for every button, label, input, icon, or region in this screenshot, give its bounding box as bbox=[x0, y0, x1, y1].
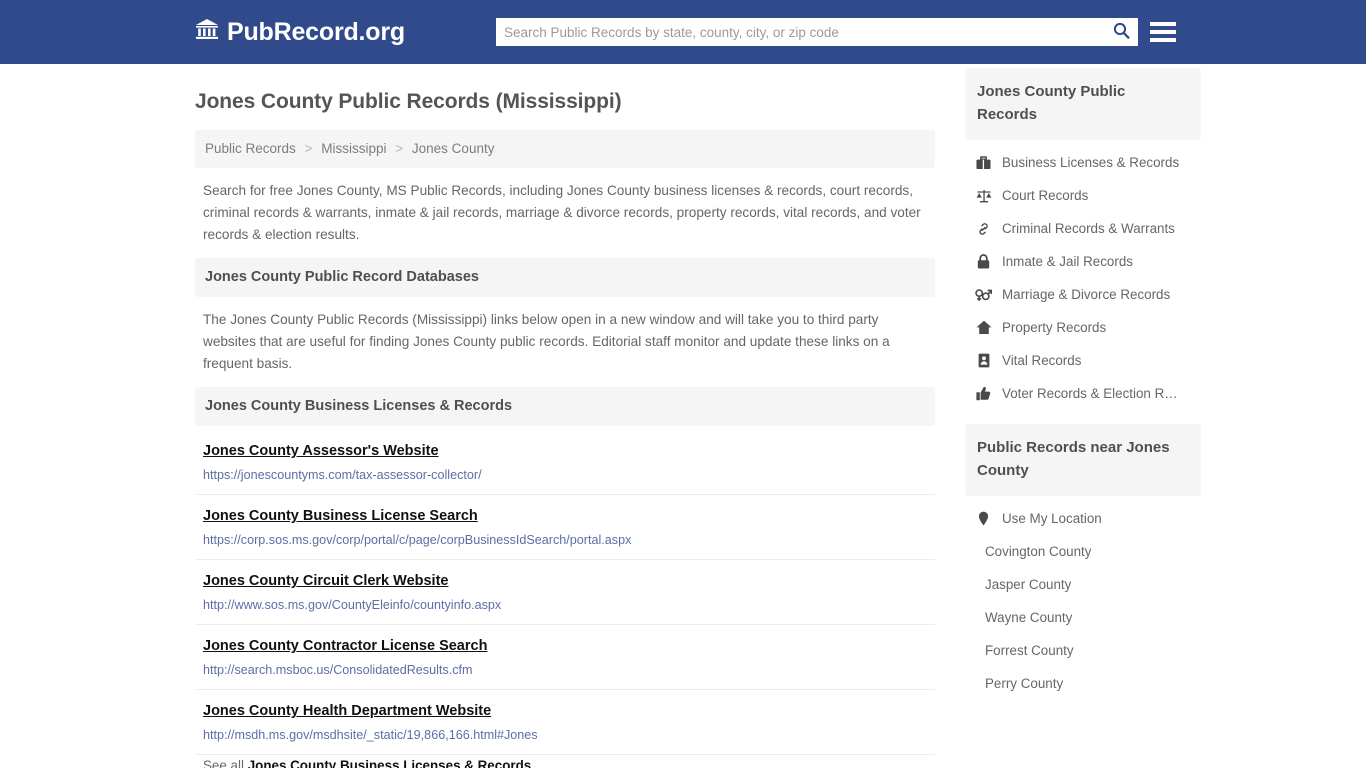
record-link-title[interactable]: Jones County Health Department Website bbox=[203, 703, 491, 719]
list-item: Jones County Assessor's Website https://… bbox=[195, 430, 935, 495]
record-link-url[interactable]: http://www.sos.ms.gov/CountyEleinfo/coun… bbox=[203, 598, 927, 612]
sidebar-item-forrest-county[interactable]: Forrest County bbox=[965, 634, 1201, 667]
search-button[interactable] bbox=[1104, 18, 1138, 46]
page-title: Jones County Public Records (Mississippi… bbox=[195, 90, 622, 113]
record-links-list: Jones County Assessor's Website https://… bbox=[195, 430, 935, 768]
list-item: Jones County Health Department Website h… bbox=[195, 690, 935, 755]
record-link-title[interactable]: Jones County Assessor's Website bbox=[203, 443, 439, 459]
see-all-row: See all Jones County Business Licenses &… bbox=[195, 755, 935, 768]
sidebar-item-inmate-jail-records[interactable]: Inmate & Jail Records bbox=[965, 245, 1201, 278]
thumbs-up-icon bbox=[975, 386, 992, 401]
hamburger-menu-icon-bar3 bbox=[1150, 38, 1176, 42]
sidebar-item-label: Property Records bbox=[1002, 320, 1107, 335]
sidebar-item-wayne-county[interactable]: Wayne County bbox=[965, 601, 1201, 634]
breadcrumb-item-jones-county[interactable]: Jones County bbox=[412, 141, 495, 156]
sidebar-panel-records: Jones County Public Records Business Lic… bbox=[965, 68, 1201, 410]
record-link-title[interactable]: Jones County Business License Search bbox=[203, 508, 478, 524]
chain-link-icon bbox=[975, 222, 992, 236]
sidebar: Jones County Public Records Business Lic… bbox=[965, 64, 1201, 714]
home-icon bbox=[975, 320, 992, 335]
record-link-title[interactable]: Jones County Contractor License Search bbox=[203, 638, 487, 654]
sidebar-item-marriage-divorce-records[interactable]: Marriage & Divorce Records bbox=[965, 278, 1201, 311]
record-link-title[interactable]: Jones County Circuit Clerk Website bbox=[203, 573, 448, 589]
sidebar-item-court-records[interactable]: Court Records bbox=[965, 179, 1201, 212]
sidebar-item-perry-county[interactable]: Perry County bbox=[965, 667, 1201, 700]
sidebar-item-voter-records[interactable]: Voter Records & Election R… bbox=[965, 377, 1201, 410]
databases-section-heading: Jones County Public Record Databases bbox=[195, 258, 935, 297]
sidebar-item-label: Criminal Records & Warrants bbox=[1002, 221, 1175, 236]
breadcrumb-separator-2: > bbox=[395, 141, 404, 156]
bank-icon bbox=[195, 18, 219, 47]
sidebar-item-label: Voter Records & Election R… bbox=[1002, 386, 1178, 401]
sidebar-item-label: Vital Records bbox=[1002, 353, 1082, 368]
sidebar-item-criminal-records[interactable]: Criminal Records & Warrants bbox=[965, 212, 1201, 245]
sidebar-item-label: Perry County bbox=[985, 676, 1064, 691]
record-link-url[interactable]: https://corp.sos.ms.gov/corp/portal/c/pa… bbox=[203, 533, 927, 547]
breadcrumb-item-public-records[interactable]: Public Records bbox=[205, 141, 296, 156]
record-link-url[interactable]: http://msdh.ms.gov/msdhsite/_static/19,8… bbox=[203, 728, 927, 742]
briefcase-icon bbox=[975, 155, 992, 170]
hamburger-menu-icon-bar2 bbox=[1150, 30, 1176, 34]
lock-icon bbox=[975, 254, 992, 269]
site-logo-link[interactable]: PubRecord.org bbox=[195, 18, 405, 47]
page-content: Jones County Public Records (Mississippi… bbox=[0, 64, 1366, 768]
sidebar-item-label: Business Licenses & Records bbox=[1002, 155, 1180, 170]
sidebar-item-label: Inmate & Jail Records bbox=[1002, 254, 1133, 269]
search-bar bbox=[496, 18, 1138, 46]
sidebar-item-label: Jasper County bbox=[985, 577, 1072, 592]
list-item: Jones County Circuit Clerk Website http:… bbox=[195, 560, 935, 625]
databases-paragraph: The Jones County Public Records (Mississ… bbox=[203, 312, 890, 371]
sidebar-item-label: Use My Location bbox=[1002, 511, 1102, 526]
sidebar-item-label: Covington County bbox=[985, 544, 1092, 559]
sidebar-item-jasper-county[interactable]: Jasper County bbox=[965, 568, 1201, 601]
search-input[interactable] bbox=[496, 19, 1104, 45]
sidebar-nearby-heading: Public Records near Jones County bbox=[965, 424, 1201, 496]
sidebar-item-label: Court Records bbox=[1002, 188, 1089, 203]
sidebar-records-heading: Jones County Public Records bbox=[965, 68, 1201, 140]
intro-paragraph: Search for free Jones County, MS Public … bbox=[203, 183, 921, 242]
main-column: Jones County Public Records (Mississippi… bbox=[195, 64, 935, 768]
breadcrumb: Public Records > Mississippi > Jones Cou… bbox=[195, 130, 935, 168]
hamburger-menu-icon bbox=[1150, 22, 1176, 26]
sidebar-item-covington-county[interactable]: Covington County bbox=[965, 535, 1201, 568]
record-link-url[interactable]: http://search.msboc.us/ConsolidatedResul… bbox=[203, 663, 927, 677]
sidebar-panel-nearby: Public Records near Jones County Use My … bbox=[965, 424, 1201, 700]
sidebar-records-items: Business Licenses & Records Court Record… bbox=[965, 140, 1201, 410]
sidebar-item-label: Marriage & Divorce Records bbox=[1002, 287, 1171, 302]
sidebar-item-business-licenses[interactable]: Business Licenses & Records bbox=[965, 146, 1201, 179]
sidebar-item-label: Wayne County bbox=[985, 610, 1073, 625]
id-badge-icon bbox=[975, 353, 992, 368]
record-link-url[interactable]: https://jonescountyms.com/tax-assessor-c… bbox=[203, 468, 927, 482]
list-item: Jones County Contractor License Search h… bbox=[195, 625, 935, 690]
site-header: PubRecord.org bbox=[0, 0, 1366, 64]
breadcrumb-separator: > bbox=[304, 141, 313, 156]
balance-scale-icon bbox=[975, 189, 992, 203]
list-item: Jones County Business License Search htt… bbox=[195, 495, 935, 560]
see-all-prefix: See all bbox=[203, 758, 244, 768]
hamburger-menu-button[interactable] bbox=[1150, 18, 1176, 46]
sidebar-item-use-my-location[interactable]: Use My Location bbox=[965, 502, 1201, 535]
map-pin-icon bbox=[975, 511, 992, 526]
business-licenses-section-heading: Jones County Business Licenses & Records bbox=[195, 387, 935, 426]
venus-mars-icon bbox=[975, 288, 992, 302]
brand-text: PubRecord.org bbox=[227, 17, 405, 46]
sidebar-item-vital-records[interactable]: Vital Records bbox=[965, 344, 1201, 377]
sidebar-item-label: Forrest County bbox=[985, 643, 1074, 658]
sidebar-nearby-items: Use My Location Covington County Jasper … bbox=[965, 496, 1201, 700]
see-all-link[interactable]: Jones County Business Licenses & Records bbox=[248, 758, 532, 768]
breadcrumb-item-mississippi[interactable]: Mississippi bbox=[321, 141, 386, 156]
sidebar-item-property-records[interactable]: Property Records bbox=[965, 311, 1201, 344]
search-icon bbox=[1113, 22, 1130, 42]
